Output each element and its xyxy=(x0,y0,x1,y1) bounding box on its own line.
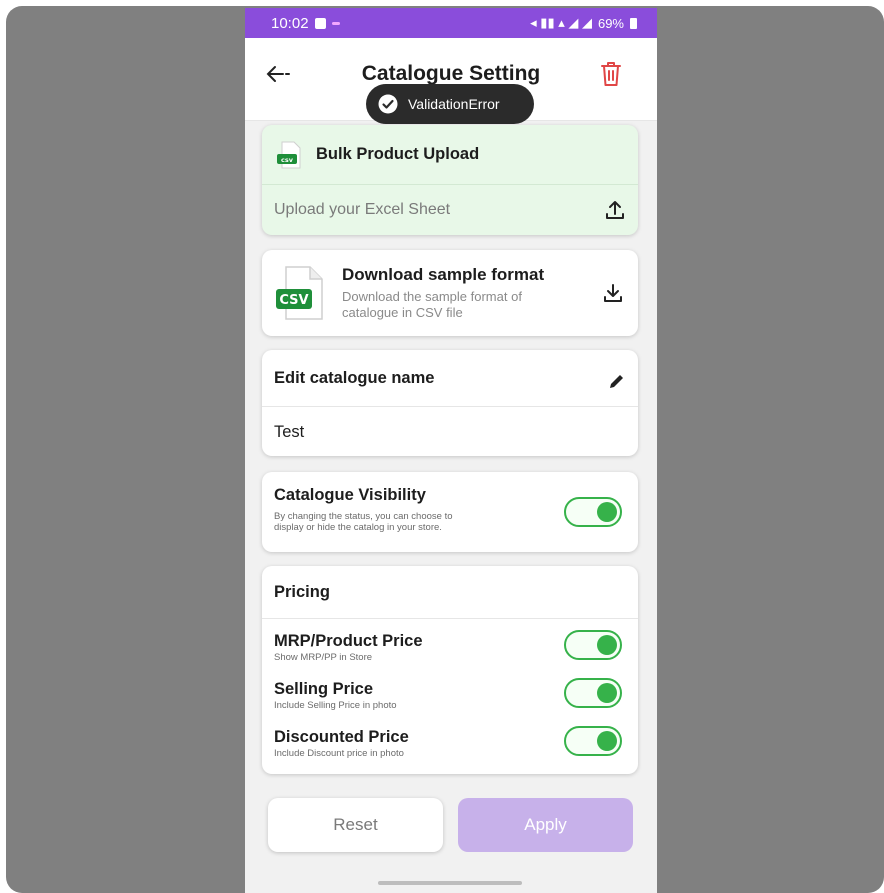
trash-icon[interactable] xyxy=(599,60,623,88)
visibility-desc-2: display or hide the catalog in your stor… xyxy=(274,522,442,533)
toggle-knob xyxy=(597,502,617,522)
pencil-icon[interactable] xyxy=(608,372,626,390)
pricing-item-subtitle: Include Discount price in photo xyxy=(274,748,404,759)
catalogue-name-field[interactable]: Test xyxy=(262,407,638,457)
mrp-price-toggle[interactable] xyxy=(564,630,622,660)
pricing-item-title: Selling Price xyxy=(274,680,374,698)
toast-message: ValidationError xyxy=(408,96,500,112)
phone-screen: 10:02 ◂ ▮▮ ▴ ◢ ◢ 69% Catalogue Setting V… xyxy=(245,8,657,893)
signal-icon: ◂ ▮▮ ▴ ◢ ◢ xyxy=(530,15,592,30)
discounted-price-toggle[interactable] xyxy=(564,726,622,756)
edit-name-card: Edit catalogue name Test xyxy=(262,350,638,456)
battery-level: 69% xyxy=(597,15,624,31)
download-sample-title: Download sample format xyxy=(342,265,545,284)
pricing-item-subtitle: Include Selling Price in photo xyxy=(274,700,397,711)
reset-button[interactable]: Reset xyxy=(268,798,443,852)
selling-price-toggle[interactable] xyxy=(564,678,622,708)
pricing-card: Pricing MRP/Product Price Show MRP/PP in… xyxy=(262,566,638,774)
csv-small-label: csv xyxy=(281,156,294,164)
pricing-item-subtitle: Show MRP/PP in Store xyxy=(274,652,373,663)
apply-button[interactable]: Apply xyxy=(458,798,633,852)
bulk-upload-card: csv Bulk Product Upload Upload your Exce… xyxy=(262,125,638,235)
gallery-icon xyxy=(314,17,326,29)
pricing-item-title: MRP/Product Price xyxy=(274,632,423,650)
toggle-knob xyxy=(597,683,617,703)
upload-excel-field[interactable]: Upload your Excel Sheet xyxy=(262,185,638,235)
page-title: Catalogue Setting xyxy=(361,62,541,85)
visibility-toggle[interactable] xyxy=(564,497,622,527)
download-sample-desc-2: catalogue in CSV file xyxy=(342,305,463,320)
csv-file-icon: csv xyxy=(277,141,301,168)
pricing-item-discounted: Discounted Price Include Discount price … xyxy=(274,728,409,759)
pricing-item-title: Discounted Price xyxy=(274,728,409,746)
upload-icon[interactable] xyxy=(604,199,626,221)
pricing-item-mrp: MRP/Product Price Show MRP/PP in Store xyxy=(274,632,423,663)
pricing-item-selling: Selling Price Include Selling Price in p… xyxy=(274,680,397,711)
visibility-card: Catalogue Visibility By changing the sta… xyxy=(262,472,638,552)
edit-name-label: Edit catalogue name xyxy=(274,368,435,387)
upload-placeholder: Upload your Excel Sheet xyxy=(274,201,451,218)
download-sample-desc-1: Download the sample format of xyxy=(342,289,522,304)
toggle-knob xyxy=(597,731,617,751)
status-time: 10:02 xyxy=(271,14,309,32)
catalogue-name-value: Test xyxy=(274,422,305,441)
download-icon[interactable] xyxy=(602,282,624,304)
visibility-desc-1: By changing the status, you can choose t… xyxy=(274,511,453,522)
pricing-header: Pricing xyxy=(274,582,330,601)
battery-icon xyxy=(630,17,637,29)
csv-file-icon: CSV xyxy=(276,266,323,320)
csv-big-label: CSV xyxy=(279,293,308,308)
check-circle-icon xyxy=(378,94,398,114)
status-bar: 10:02 ◂ ▮▮ ▴ ◢ ◢ 69% xyxy=(245,8,657,38)
toggle-knob xyxy=(597,635,617,655)
validation-toast: ValidationError xyxy=(366,84,534,124)
notification-icon xyxy=(331,21,340,25)
bulk-upload-title: Bulk Product Upload xyxy=(316,145,480,163)
download-sample-card[interactable]: CSV Download sample format Download the … xyxy=(262,250,638,336)
home-indicator[interactable] xyxy=(378,881,522,885)
